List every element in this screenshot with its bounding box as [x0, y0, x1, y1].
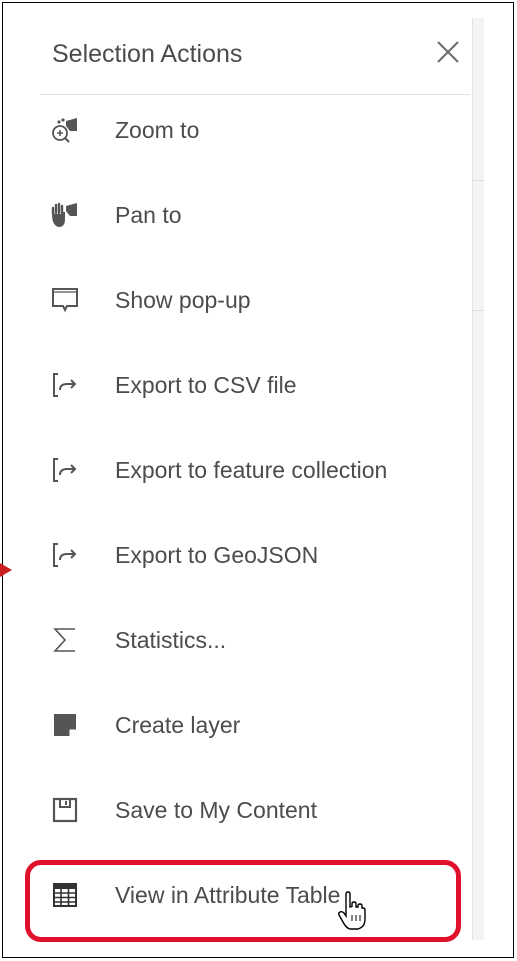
strip-divider: [473, 180, 484, 181]
action-view-attribute-table[interactable]: View in Attribute Table: [36, 860, 470, 930]
close-button[interactable]: [434, 38, 462, 66]
strip-divider: [473, 310, 484, 311]
action-create-layer[interactable]: Create layer: [36, 690, 470, 760]
action-pan-to[interactable]: Pan to: [36, 180, 470, 250]
action-label: Zoom to: [115, 116, 200, 143]
export-icon: [50, 455, 80, 485]
save-icon: [50, 795, 80, 825]
pointer-arrow-icon: [0, 563, 12, 577]
action-statistics[interactable]: Statistics...: [36, 605, 470, 675]
action-label: Export to GeoJSON: [115, 541, 319, 568]
zoom-to-icon: [50, 115, 80, 145]
panel-header: Selection Actions: [40, 18, 470, 95]
map-edge-strip: [472, 18, 484, 940]
action-label: Create layer: [115, 711, 241, 738]
table-icon: [50, 880, 80, 910]
create-layer-icon: [50, 710, 80, 740]
action-label: Pan to: [115, 201, 182, 228]
action-label: Export to feature collection: [115, 456, 388, 483]
popup-icon: [50, 285, 80, 315]
close-icon: [437, 41, 459, 63]
action-show-popup[interactable]: Show pop-up: [36, 265, 470, 335]
action-export-geojson[interactable]: Export to GeoJSON: [36, 520, 470, 590]
export-icon: [50, 370, 80, 400]
selection-actions-panel: Selection Actions Zoom to Pan to Show po…: [36, 18, 470, 940]
action-label: Export to CSV file: [115, 371, 297, 398]
action-label: Show pop-up: [115, 286, 251, 313]
export-icon: [50, 540, 80, 570]
action-export-feature-collection[interactable]: Export to feature collection: [36, 435, 470, 505]
action-zoom-to[interactable]: Zoom to: [36, 95, 470, 165]
pan-to-icon: [50, 200, 80, 230]
sigma-icon: [50, 625, 80, 655]
action-label: View in Attribute Table: [115, 881, 341, 908]
action-label: Statistics...: [115, 626, 227, 653]
action-label: Save to My Content: [115, 796, 317, 823]
panel-title: Selection Actions: [52, 40, 243, 68]
action-save-to-my-content[interactable]: Save to My Content: [36, 775, 470, 845]
action-export-csv[interactable]: Export to CSV file: [36, 350, 470, 420]
